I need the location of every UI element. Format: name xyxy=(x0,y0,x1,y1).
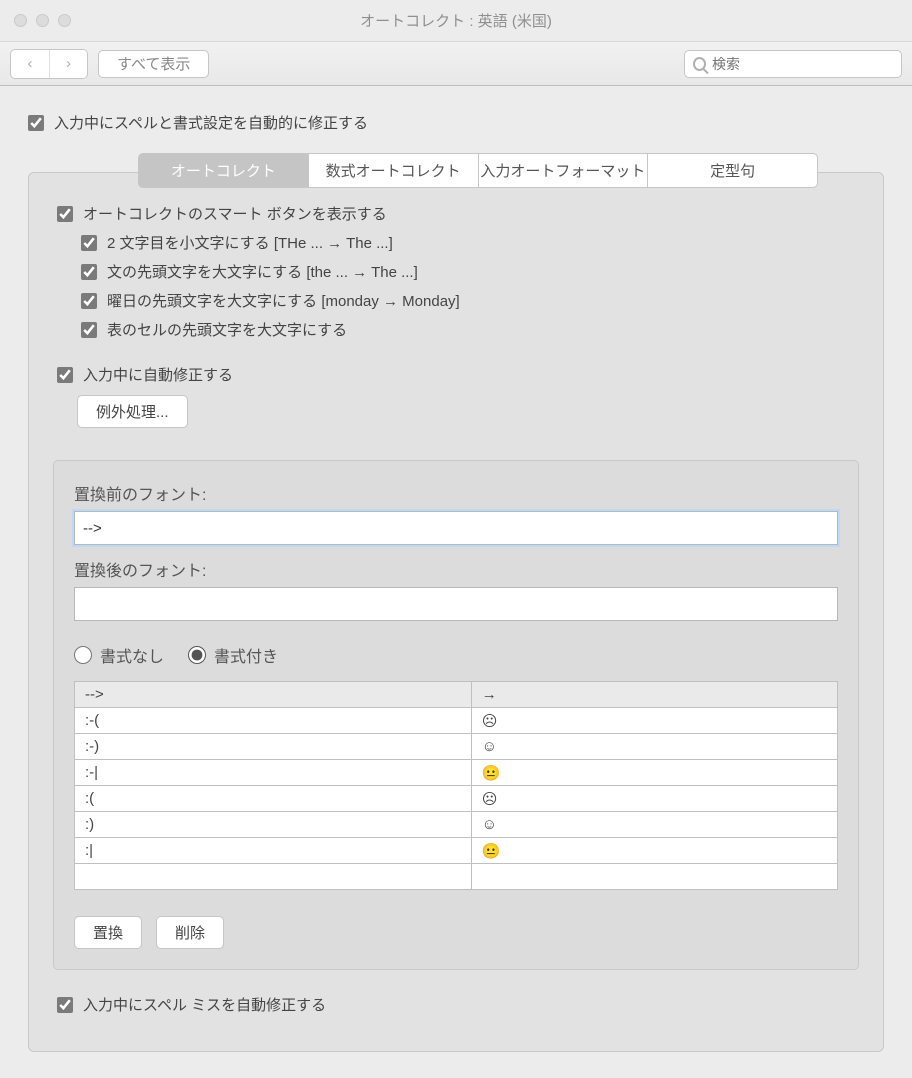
table-header-to: → xyxy=(471,682,837,708)
day-cap-checkbox[interactable] xyxy=(81,293,97,309)
exceptions-button[interactable]: 例外処理... xyxy=(77,395,188,428)
smart-button-checkbox[interactable] xyxy=(57,206,73,222)
table-cap-label: 表のセルの先頭文字を大文字にする xyxy=(107,319,347,340)
spell-correct-label: 入力中にスペル ミスを自動修正する xyxy=(83,994,326,1015)
delete-button[interactable]: 削除 xyxy=(156,916,224,949)
smart-button-label: オートコレクトのスマート ボタンを表示する xyxy=(83,203,387,224)
cell-to: ☹ xyxy=(471,708,837,734)
spell-correct-checkbox[interactable] xyxy=(57,997,73,1013)
nav-segment: ‹ › xyxy=(10,49,88,79)
table-row[interactable]: :-)☺ xyxy=(75,734,838,760)
tab-autoformat[interactable]: 入力オートフォーマット xyxy=(479,153,649,188)
cell-from: :-| xyxy=(75,760,472,786)
toolbar: ‹ › すべて表示 xyxy=(0,42,912,86)
replace-table[interactable]: --> → :-(☹:-)☺:-|😐:(☹:)☺:|😐 xyxy=(74,681,838,890)
tab-panel: オートコレクトのスマート ボタンを表示する 2 文字目を小文字にする [THe … xyxy=(28,172,884,1052)
window-title: オートコレクト : 英語 (米国) xyxy=(0,10,912,31)
cell-from: :-( xyxy=(75,708,472,734)
table-cap-checkbox[interactable] xyxy=(81,322,97,338)
format-radio-group: 書式なし 書式付き xyxy=(74,643,838,667)
second-char-label: 2 文字目を小文字にする [THe ... → The ...] xyxy=(107,232,393,253)
cell-to: ☺ xyxy=(471,734,837,760)
auto-correct-row[interactable]: 入力中に自動修正する xyxy=(57,364,859,385)
back-button[interactable]: ‹ xyxy=(11,50,49,78)
replace-panel: 置換前のフォント: 置換後のフォント: 書式なし 書式付き --> → xyxy=(53,460,859,970)
second-char-row[interactable]: 2 文字目を小文字にする [THe ... → The ...] xyxy=(81,232,859,253)
cell-to xyxy=(471,864,837,890)
sentence-cap-checkbox[interactable] xyxy=(81,264,97,280)
cell-from: :| xyxy=(75,838,472,864)
forward-button[interactable]: › xyxy=(49,50,87,78)
tab-math-autocorrect[interactable]: 数式オートコレクト xyxy=(309,153,479,188)
show-all-button[interactable]: すべて表示 xyxy=(98,50,209,78)
search-field-wrap[interactable] xyxy=(684,50,902,78)
cell-from: :-) xyxy=(75,734,472,760)
cell-from: :) xyxy=(75,812,472,838)
table-row[interactable]: :)☺ xyxy=(75,812,838,838)
table-header-from: --> xyxy=(75,682,472,708)
table-row[interactable] xyxy=(75,864,838,890)
content: 入力中にスペルと書式設定を自動的に修正する オートコレクト 数式オートコレクト … xyxy=(0,86,912,1078)
day-cap-label: 曜日の先頭文字を大文字にする [monday → Monday] xyxy=(107,290,460,311)
search-icon xyxy=(693,57,706,71)
auto-correct-checkbox[interactable] xyxy=(57,367,73,383)
cell-to: 😐 xyxy=(471,760,837,786)
tab-bar: オートコレクト 数式オートコレクト 入力オートフォーマット 定型句 xyxy=(138,153,818,188)
main-autocorrect-label: 入力中にスペルと書式設定を自動的に修正する xyxy=(54,112,368,133)
main-autocorrect-checkbox[interactable] xyxy=(28,115,44,131)
before-label: 置換前のフォント: xyxy=(74,481,838,505)
table-row[interactable]: :(☹ xyxy=(75,786,838,812)
before-input[interactable] xyxy=(74,511,838,545)
day-cap-row[interactable]: 曜日の先頭文字を大文字にする [monday → Monday] xyxy=(81,290,859,311)
spell-correct-row[interactable]: 入力中にスペル ミスを自動修正する xyxy=(57,994,859,1015)
tab-autotext[interactable]: 定型句 xyxy=(648,153,818,188)
after-input[interactable] xyxy=(74,587,838,621)
action-row: 置換 削除 xyxy=(74,916,838,949)
search-input[interactable] xyxy=(712,56,893,72)
table-header-row: --> → xyxy=(75,682,838,708)
second-char-checkbox[interactable] xyxy=(81,235,97,251)
table-row[interactable]: :-(☹ xyxy=(75,708,838,734)
replace-button[interactable]: 置換 xyxy=(74,916,142,949)
table-row[interactable]: :-|😐 xyxy=(75,760,838,786)
after-label: 置換後のフォント: xyxy=(74,557,838,581)
radio-rich-label: 書式付き xyxy=(214,643,278,667)
cell-to: 😐 xyxy=(471,838,837,864)
auto-correct-label: 入力中に自動修正する xyxy=(83,364,233,385)
table-row[interactable]: :|😐 xyxy=(75,838,838,864)
radio-plain-row[interactable]: 書式なし xyxy=(74,643,164,667)
radio-rich[interactable] xyxy=(188,646,206,664)
cell-to: ☹ xyxy=(471,786,837,812)
smart-button-row[interactable]: オートコレクトのスマート ボタンを表示する xyxy=(57,203,859,224)
cell-from xyxy=(75,864,472,890)
radio-plain[interactable] xyxy=(74,646,92,664)
sentence-cap-label: 文の先頭文字を大文字にする [the ... → The ...] xyxy=(107,261,418,282)
table-cap-row[interactable]: 表のセルの先頭文字を大文字にする xyxy=(81,319,859,340)
cell-from: :( xyxy=(75,786,472,812)
titlebar: オートコレクト : 英語 (米国) xyxy=(0,0,912,42)
main-autocorrect-checkbox-row[interactable]: 入力中にスペルと書式設定を自動的に修正する xyxy=(28,112,884,133)
tab-autocorrect[interactable]: オートコレクト xyxy=(138,153,309,188)
radio-plain-label: 書式なし xyxy=(100,643,164,667)
cell-to: ☺ xyxy=(471,812,837,838)
sentence-cap-row[interactable]: 文の先頭文字を大文字にする [the ... → The ...] xyxy=(81,261,859,282)
radio-rich-row[interactable]: 書式付き xyxy=(188,643,278,667)
